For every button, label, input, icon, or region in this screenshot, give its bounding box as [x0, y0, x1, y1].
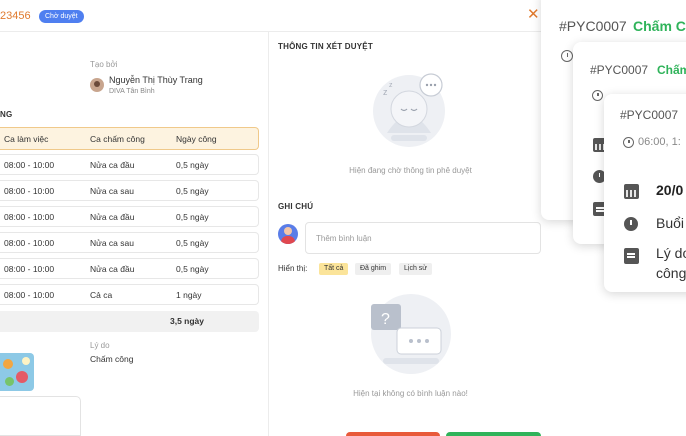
cell-days: 0,5 ngày — [176, 160, 209, 170]
column-header-attendance: Ca chấm công — [90, 134, 145, 144]
creator-name: Nguyễn Thị Thùy Trang — [109, 75, 203, 85]
filter-label: Hiển thị: — [278, 264, 308, 273]
avatar — [90, 78, 104, 92]
waiting-approval-illustration: z z — [373, 73, 445, 147]
cell-days: 0,5 ngày — [176, 264, 209, 274]
clock-icon — [624, 217, 638, 231]
table-row: 08:00 - 10:00 Nửa ca đầu 0,5 ngày — [0, 206, 259, 227]
attachment-thumbnail[interactable] — [0, 353, 34, 391]
cell-attendance: Nửa ca đầu — [90, 160, 135, 170]
filter-chip-history[interactable]: Lịch sử — [399, 263, 432, 275]
approval-empty-text: Hiện đang chờ thông tin phê duyệt — [349, 166, 472, 175]
request-card[interactable]: #PYC0007 06:00, 1: 20/0 Buổi Lý do công — [604, 94, 686, 292]
cell-shift: 08:00 - 10:00 — [4, 238, 55, 248]
cell-attendance: Cả ca — [90, 290, 113, 300]
no-comments-illustration: ? — [371, 294, 451, 374]
approval-section-title: THÔNG TIN XÉT DUYỆT — [278, 42, 373, 51]
card-code: #PYC0007 — [559, 18, 627, 34]
comments-empty-text: Hiện tại không có bình luận nào! — [353, 389, 468, 398]
close-icon[interactable]: ✕ — [527, 6, 540, 24]
column-header-days: Ngày công — [176, 134, 217, 144]
request-code: 23456 — [0, 10, 31, 22]
reject-button[interactable] — [346, 432, 440, 436]
clock-icon — [592, 90, 603, 101]
card-time: 06:00, 1: — [638, 136, 681, 148]
reason-label: Lý do — [90, 341, 110, 350]
card-reason-line2: công — [656, 265, 686, 281]
filter-chip-pinned[interactable]: Đã ghim — [355, 263, 392, 275]
cell-shift: 08:00 - 10:00 — [4, 160, 55, 170]
card-title: Chấm Cô — [633, 18, 686, 34]
comment-input[interactable]: Thêm bình luận — [305, 222, 541, 254]
clock-icon — [623, 137, 634, 148]
cell-days: 1 ngày — [176, 290, 202, 300]
table-row: 08:00 - 10:00 Nửa ca sau 0,5 ngày — [0, 180, 259, 201]
calendar-icon — [624, 184, 639, 199]
table-row: 08:00 - 10:00 Nửa ca sau 0,5 ngày — [0, 232, 259, 253]
cell-shift: 08:00 - 10:00 — [4, 264, 55, 274]
cell-attendance: Nửa ca sau — [90, 238, 134, 248]
table-header: Ca làm việc Ca chấm công Ngày công — [0, 127, 259, 150]
status-badge: Chờ duyệt — [39, 10, 84, 23]
card-session: Buổi — [656, 215, 685, 231]
cell-days: 0,5 ngày — [176, 186, 209, 196]
reason-value: Chấm công — [90, 354, 134, 364]
cell-attendance: Nửa ca đầu — [90, 264, 135, 274]
attachment-box — [0, 396, 81, 436]
cell-shift: 08:00 - 10:00 — [4, 212, 55, 222]
cell-days: 0,5 ngày — [176, 212, 209, 222]
created-by-label: Tạo bởi — [90, 60, 118, 69]
total-row: 3,5 ngày — [0, 311, 259, 332]
filter-chip-all[interactable]: Tất cả — [319, 263, 349, 275]
card-title: Chấm — [657, 63, 686, 77]
cell-shift: 08:00 - 10:00 — [4, 290, 55, 300]
cell-attendance: Nửa ca đầu — [90, 212, 135, 222]
column-header-shift: Ca làm việc — [4, 134, 49, 144]
request-detail-modal: 23456 Chờ duyệt ✕ Tạo bởi Nguyễn Thị Thù… — [0, 0, 552, 436]
svg-text:?: ? — [381, 311, 390, 328]
cell-attendance: Nửa ca sau — [90, 186, 134, 196]
clock-icon — [561, 50, 573, 62]
cell-days: 0,5 ngày — [176, 238, 209, 248]
card-reason-line1: Lý do — [656, 245, 686, 261]
right-column: THÔNG TIN XÉT DUYỆT z z Hiện đang chờ th… — [269, 32, 552, 436]
cell-shift: 08:00 - 10:00 — [4, 186, 55, 196]
avatar — [278, 224, 298, 244]
card-date: 20/0 — [656, 182, 684, 198]
table-row: 08:00 - 10:00 Nửa ca đầu 0,5 ngày — [0, 154, 259, 175]
svg-text:z: z — [389, 82, 393, 89]
table-row: 08:00 - 10:00 Cả ca 1 ngày — [0, 284, 259, 305]
notes-section-title: GHI CHÚ — [278, 202, 314, 211]
creator-unit: DIVA Tân Bình — [109, 88, 155, 95]
table-row: 08:00 - 10:00 Nửa ca đầu 0,5 ngày — [0, 258, 259, 279]
modal-header: 23456 Chờ duyệt ✕ — [0, 0, 552, 32]
card-code: #PYC0007 — [620, 108, 679, 122]
approve-button[interactable] — [446, 432, 541, 436]
card-code: #PYC0007 — [590, 63, 649, 77]
clipboard-icon — [624, 248, 639, 264]
svg-text:z: z — [383, 87, 388, 97]
shift-section-title: NG — [0, 110, 13, 119]
total-days: 3,5 ngày — [170, 316, 205, 326]
